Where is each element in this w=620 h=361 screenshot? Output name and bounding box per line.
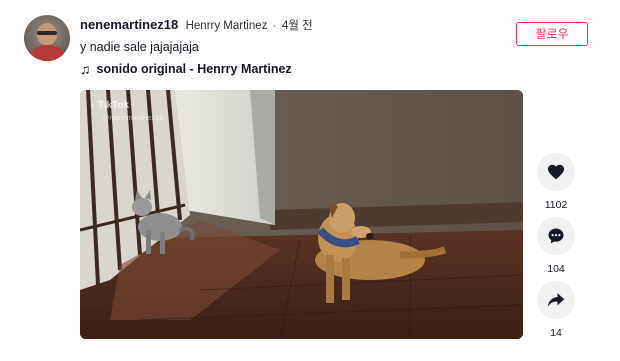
avatar[interactable] [24, 15, 70, 61]
share-count: 14 [550, 327, 562, 339]
avatar-glasses [37, 31, 57, 35]
post-caption: y nadie sale jajajajaja [80, 40, 199, 54]
share-icon [547, 293, 565, 307]
post-date: 4월 전 [281, 20, 313, 32]
like-count: 1102 [544, 199, 568, 211]
tiktok-watermark: ♪ TikTok @nenemartinez18 [90, 100, 163, 124]
tiktok-post: nenemartinez18 Henrry Martinez · 4월 전 y … [0, 0, 620, 361]
heart-icon [548, 164, 564, 180]
music-title[interactable]: sonido original - Henrry Martinez [97, 62, 292, 76]
watermark-brand: TikTok [97, 100, 130, 111]
username[interactable]: nenemartinez18 [80, 17, 178, 32]
watermark-handle: @nenemartinez18 [102, 113, 164, 122]
comment-action[interactable]: 104 [537, 217, 575, 275]
music-note-icon: ♫ [80, 61, 91, 77]
nickname: Henrry Martinez [185, 20, 268, 32]
user-line: nenemartinez18 Henrry Martinez · 4월 전 [80, 17, 313, 33]
music-link[interactable]: ♫ sonido original - Henrry Martinez [80, 61, 292, 77]
avatar-shirt [30, 45, 64, 61]
share-action[interactable]: 14 [537, 281, 575, 339]
video-frame [80, 90, 523, 339]
video-player[interactable]: ♪ TikTok @nenemartinez18 [80, 90, 523, 339]
share-button[interactable] [537, 281, 575, 319]
like-button[interactable] [537, 153, 575, 191]
follow-button[interactable]: 팔로우 [516, 22, 588, 46]
tiktok-logo-icon: ♪ [90, 100, 95, 111]
comment-icon [548, 228, 564, 244]
comment-button[interactable] [537, 217, 575, 255]
comment-count: 104 [547, 263, 565, 275]
separator: · [272, 20, 277, 32]
like-action[interactable]: 1102 [537, 153, 575, 211]
